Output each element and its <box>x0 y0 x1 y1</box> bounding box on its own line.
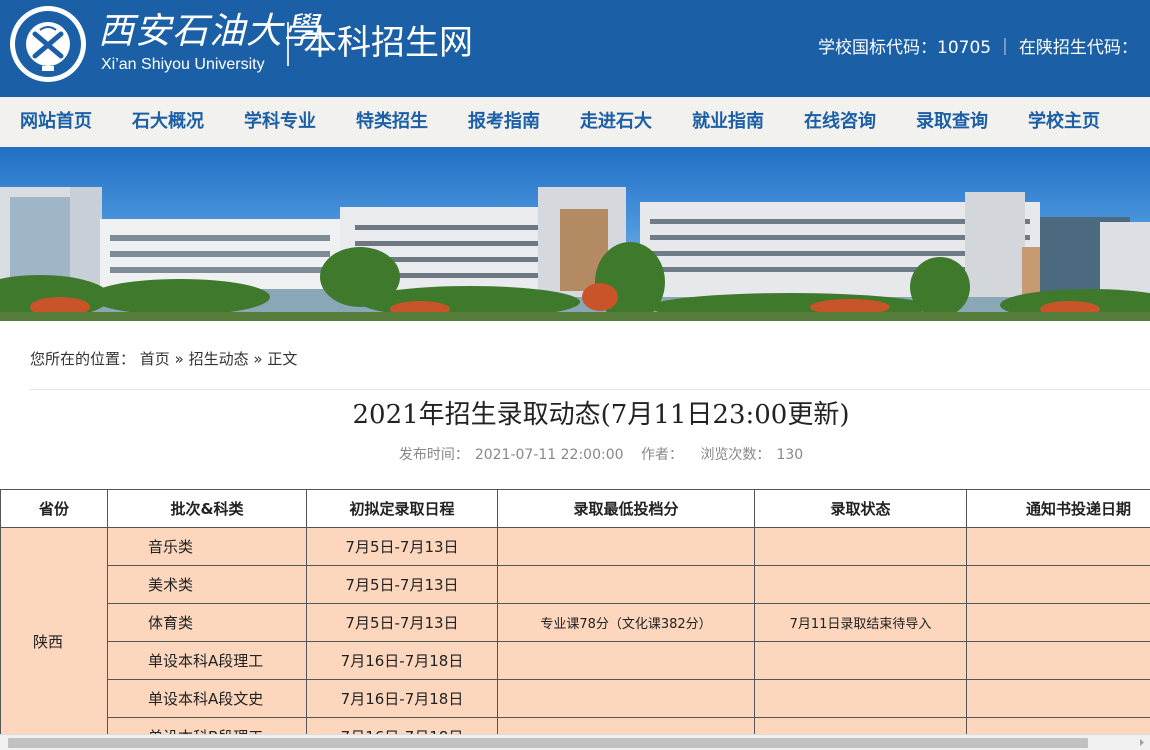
nav-item-application-guide[interactable]: 报考指南 <box>468 97 540 147</box>
notice-date-cell <box>966 717 1150 734</box>
publish-label: 发布时间： <box>398 447 469 463</box>
header-batch: 批次&科类 <box>107 489 307 528</box>
batch-cell: 体育类 <box>107 603 307 642</box>
scroll-right-icon[interactable] <box>1134 735 1150 750</box>
table-row: 单设本科B段理工 7月16日-7月18日 <box>1 717 1150 734</box>
notice-date-cell <box>966 603 1150 642</box>
breadcrumb-prefix: 您所在的位置： <box>30 350 136 368</box>
breadcrumb-news-link[interactable]: 招生动态 <box>189 350 249 368</box>
notice-date-cell <box>966 679 1150 718</box>
schedule-cell: 7月16日-7月18日 <box>306 717 498 734</box>
breadcrumb-separator: » <box>253 350 263 368</box>
status-cell <box>754 565 967 604</box>
batch-cell: 单设本科A段文史 <box>107 679 307 718</box>
table-row: 单设本科A段文史 7月16日-7月18日 <box>1 679 1150 718</box>
breadcrumb: 您所在的位置： 首页 » 招生动态 » 正文 <box>30 348 297 370</box>
batch-cell: 单设本科B段理工 <box>107 717 307 734</box>
schedule-cell: 7月5日-7月13日 <box>306 565 498 604</box>
status-cell: 7月11日录取结束待导入 <box>754 603 967 642</box>
nav-item-home[interactable]: 网站首页 <box>20 97 92 147</box>
header-status: 录取状态 <box>754 489 967 528</box>
views-label: 浏览次数： <box>700 447 771 463</box>
horizontal-scrollbar[interactable] <box>0 734 1150 750</box>
table-row: 体育类 7月5日-7月13日 专业课78分（文化课382分） 7月11日录取结束… <box>1 603 1150 642</box>
campus-photo <box>0 187 1150 321</box>
author-label: 作者： <box>640 447 683 463</box>
campus-banner <box>0 147 1150 321</box>
breadcrumb-home-link[interactable]: 首页 <box>140 350 170 368</box>
status-cell <box>754 527 967 566</box>
batch-cell: 单设本科A段理工 <box>107 641 307 680</box>
site-header: 西安石油大學 Xi’an Shiyou University 本科招生网 学校国… <box>0 0 1150 97</box>
nav-item-campus[interactable]: 走进石大 <box>580 97 652 147</box>
table-header-row: 省份 批次&科类 初拟定录取日程 录取最低投档分 录取状态 通知书投递日期 <box>0 489 1150 528</box>
min-score-cell <box>497 641 755 680</box>
article-meta: 发布时间： 2021-07-11 22:00:00 作者： 浏览次数： 130 <box>0 444 1150 466</box>
min-score-cell <box>497 527 755 566</box>
emblem-icon <box>32 26 64 71</box>
views-count: 130 <box>776 447 804 463</box>
school-codes: 学校国标代码：10705 ｜ 在陕招生代码： <box>818 38 1138 58</box>
schedule-cell: 7月16日-7月18日 <box>306 641 498 680</box>
header-province: 省份 <box>0 489 108 528</box>
publish-time: 2021-07-11 22:00:00 <box>474 447 624 463</box>
table-row: 陕西 音乐类 7月5日-7月13日 <box>0 527 1150 734</box>
header-notice-date: 通知书投递日期 <box>966 489 1150 528</box>
main-nav: 网站首页 石大概况 学科专业 特类招生 报考指南 走进石大 就业指南 在线咨询 … <box>0 97 1150 147</box>
schedule-cell: 7月16日-7月18日 <box>306 679 498 718</box>
nav-item-school-home[interactable]: 学校主页 <box>1028 97 1100 147</box>
article-title: 2021年招生录取动态(7月11日23:00更新) <box>352 400 850 430</box>
nav-item-majors[interactable]: 学科专业 <box>244 97 316 147</box>
schedule-cell: 7月5日-7月13日 <box>306 527 498 566</box>
province-cell: 陕西 <box>0 527 108 734</box>
nav-item-employment[interactable]: 就业指南 <box>692 97 764 147</box>
university-name-en: Xi’an Shiyou University <box>101 56 265 73</box>
notice-date-cell <box>966 641 1150 680</box>
table-row: 单设本科A段理工 7月16日-7月18日 <box>1 641 1150 680</box>
nav-item-admission-query[interactable]: 录取查询 <box>916 97 988 147</box>
min-score-cell <box>497 565 755 604</box>
site-title: 本科招生网 <box>303 23 473 63</box>
title-divider <box>287 22 289 66</box>
header-min-score: 录取最低投档分 <box>497 489 755 528</box>
nav-item-overview[interactable]: 石大概况 <box>132 97 204 147</box>
table-row: 美术类 7月5日-7月13日 <box>1 565 1150 604</box>
header-schedule: 初拟定录取日程 <box>306 489 498 528</box>
notice-date-cell <box>966 527 1150 566</box>
scrollbar-thumb[interactable] <box>8 738 1088 748</box>
min-score-cell <box>497 717 755 734</box>
min-score-cell <box>497 679 755 718</box>
status-cell <box>754 641 967 680</box>
admission-table-container: 省份 批次&科类 初拟定录取日程 录取最低投档分 录取状态 通知书投递日期 陕西… <box>0 489 1150 734</box>
schedule-cell: 7月5日-7月13日 <box>306 603 498 642</box>
batch-cell: 美术类 <box>107 565 307 604</box>
status-cell <box>754 717 967 734</box>
breadcrumb-current: 正文 <box>267 350 298 368</box>
admission-table: 省份 批次&科类 初拟定录取日程 录取最低投档分 录取状态 通知书投递日期 陕西… <box>0 489 1150 734</box>
batch-cell: 音乐类 <box>107 527 307 566</box>
min-score-cell: 专业课78分（文化课382分） <box>497 603 755 642</box>
status-cell <box>754 679 967 718</box>
university-logo[interactable] <box>10 6 86 82</box>
nav-item-special-admission[interactable]: 特类招生 <box>356 97 428 147</box>
breadcrumb-divider <box>30 389 1150 390</box>
nav-item-online-consult[interactable]: 在线咨询 <box>804 97 876 147</box>
breadcrumb-separator: » <box>174 350 184 368</box>
notice-date-cell <box>966 565 1150 604</box>
